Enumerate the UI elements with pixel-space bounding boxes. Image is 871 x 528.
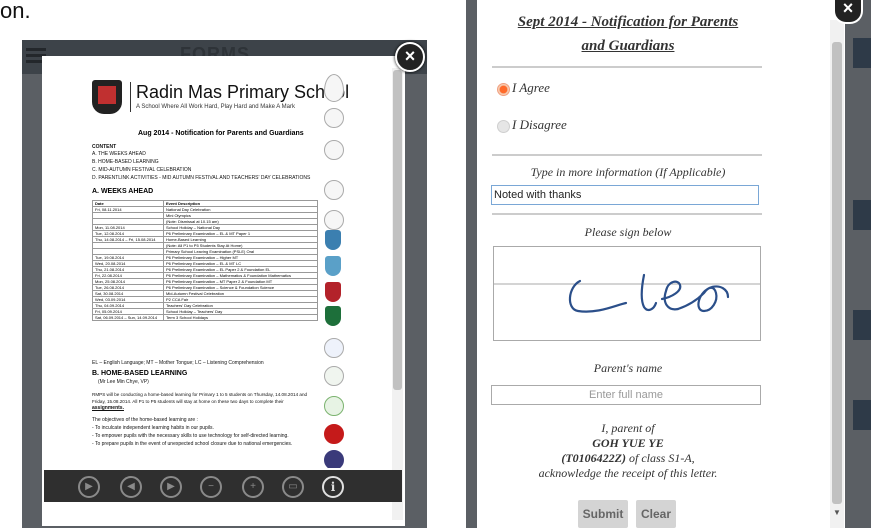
divider: [492, 66, 762, 68]
next-page-icon[interactable]: ▶: [160, 476, 182, 498]
zoom-in-icon[interactable]: +: [242, 476, 264, 498]
content-item: A. THE WEEKS AHEAD: [92, 151, 146, 157]
hbl-contact: (Mr Lee Min Chye, VP): [98, 379, 149, 385]
agree-label[interactable]: I Agree: [512, 80, 550, 96]
zoom-out-icon[interactable]: −: [200, 476, 222, 498]
hbl-paragraph: assignments.: [92, 405, 124, 411]
award-shield-icon: [325, 256, 341, 276]
table-row: Sat, 06.09.2014 – Sun, 14.09.2014 Term 3 …: [92, 314, 318, 321]
award-badge-icon: [324, 108, 344, 128]
hbl-heading: B. HOME-BASED LEARNING: [92, 370, 188, 377]
signature-pad[interactable]: [493, 246, 761, 341]
green-award-icon: [324, 396, 344, 416]
previous-page-icon[interactable]: ◀: [120, 476, 142, 498]
close-form-button[interactable]: ×: [833, 0, 863, 24]
award-badge-icon: [324, 210, 344, 230]
right-app-background: [466, 0, 477, 528]
right-app-background: [841, 0, 871, 528]
form-title: Sept 2014 - Notification for Parents and…: [492, 10, 764, 58]
info-icon[interactable]: i: [322, 476, 344, 498]
content-item: C. MID-AUTUMN FESTIVAL CELEBRATION: [92, 167, 192, 173]
hbl-paragraph: RMPS will be conducting a home-based lea…: [92, 392, 308, 397]
award-badge-icon: [324, 180, 344, 200]
divider: [492, 154, 762, 156]
logo-divider: [130, 82, 131, 112]
award-shield-icon: [325, 306, 341, 326]
document-scrollbar[interactable]: [392, 68, 403, 520]
student-name: GOH YUE YE: [592, 436, 664, 450]
parent-name-label: Parent's name: [593, 361, 663, 375]
disagree-label[interactable]: I Disagree: [512, 117, 567, 133]
notice-title: Aug 2014 - Notification for Parents and …: [138, 130, 304, 137]
ack-line: acknowledge the receipt of this letter.: [538, 466, 718, 480]
abbreviation-note: EL – English Language; MT – Mother Tongu…: [92, 360, 264, 366]
sign-label: Please sign below: [584, 225, 672, 239]
student-class: S1-A: [668, 451, 692, 465]
objective-item: - To empower pupils with the necessary s…: [92, 433, 289, 439]
ack-line: I, parent of: [601, 421, 655, 435]
content-item: D. PARENTLINK ACTIVITIES - MID AUTUMN FE…: [92, 175, 311, 181]
form-title-line: and Guardians: [581, 38, 675, 54]
award-badge-icon: [324, 74, 344, 102]
fit-page-icon[interactable]: ▭: [282, 476, 304, 498]
objectives-intro: The objectives of the home-based learnin…: [92, 417, 198, 423]
scroll-down-arrow-icon[interactable]: ▼: [833, 508, 841, 517]
award-badge-icon: [324, 140, 344, 160]
clear-button[interactable]: Clear: [636, 500, 676, 528]
background-text-fragment: on.: [0, 0, 31, 23]
weeks-ahead-heading: A. WEEKS AHEAD: [92, 188, 154, 195]
award-badge-icon: [324, 450, 344, 468]
acknowledgement-text: I, parent of GOH YUE YE (T0106422Z) of c…: [492, 421, 764, 481]
award-shield-icon: [325, 282, 341, 302]
close-viewer-button[interactable]: ×: [395, 42, 425, 72]
ack-class-prefix: of class: [625, 451, 669, 465]
hbl-paragraph: Friday, 15.08.2014. All P1 to P5 student…: [92, 399, 284, 404]
student-id: (T0106422Z): [561, 451, 626, 465]
more-info-input[interactable]: Noted with thanks: [491, 185, 759, 205]
school-tagline: A School Where All Work Hard, Play Hard …: [136, 104, 295, 110]
award-badge-icon: [324, 338, 344, 358]
content-heading: CONTENT: [92, 144, 117, 150]
form-scrollbar[interactable]: [830, 20, 844, 528]
events-table: Date Event Description Fri, 08.11.2014 Na…: [92, 200, 318, 321]
award-badge-icon: [324, 366, 344, 386]
school-crest-icon: [92, 80, 122, 114]
viewer-toolbar: ▶ ◀ ▶ − + ▭ i: [44, 470, 402, 502]
parent-name-input[interactable]: Enter full name: [491, 385, 761, 405]
award-shield-icon: [325, 230, 341, 250]
ack-class-suffix: ,: [691, 451, 695, 465]
play-icon[interactable]: ▶: [78, 476, 100, 498]
objective-item: - To inculcate independent learning habi…: [92, 425, 214, 431]
table-cell: Thu, 14.08.2014 – Fri, 15.08.2014: [92, 236, 164, 243]
signature-stroke: [494, 273, 760, 313]
content-item: B. HOME-BASED LEARNING: [92, 159, 159, 165]
pdf-document-page[interactable]: Radin Mas Primary School A School Where …: [50, 60, 390, 468]
school-name: Radin Mas Primary School: [136, 82, 350, 102]
objective-item: - To prepare pupils in the event of unex…: [92, 441, 293, 447]
agree-radio[interactable]: [497, 83, 510, 96]
table-cell: Sat, 06.09.2014 – Sun, 14.09.2014: [92, 314, 164, 321]
flower-award-icon: [324, 424, 344, 444]
divider: [492, 213, 762, 215]
disagree-radio[interactable]: [497, 120, 510, 133]
form-title-line: Sept 2014 - Notification for Parents: [517, 14, 739, 30]
more-info-label: Type in more information (If Applicable): [530, 165, 726, 179]
submit-button[interactable]: Submit: [578, 500, 628, 528]
table-cell: Term 3 School Holidays: [163, 314, 318, 321]
